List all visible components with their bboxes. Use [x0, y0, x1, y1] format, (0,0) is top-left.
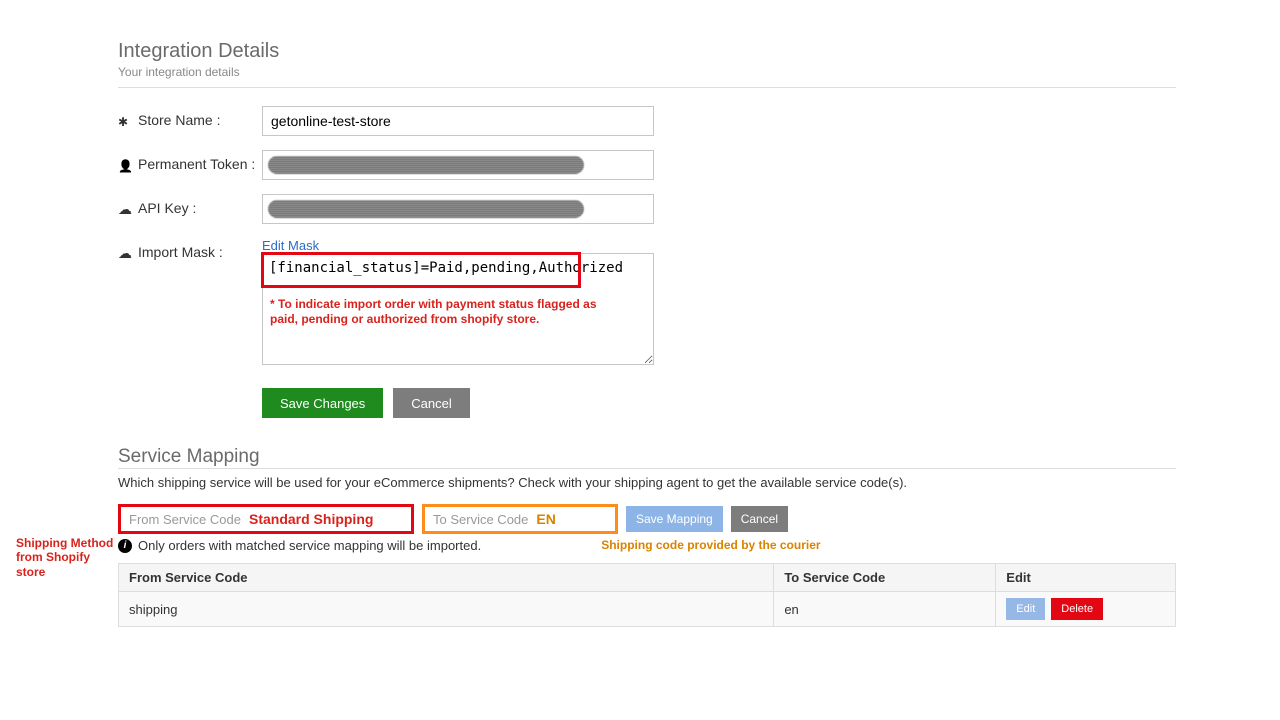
import-mask-textarea[interactable]: [financial_status]=Paid,pending,Authoriz… [262, 253, 654, 365]
cancel-button[interactable]: Cancel [393, 388, 469, 418]
info-icon: i [118, 539, 132, 553]
col-edit: Edit [996, 564, 1176, 592]
courier-code-annotation: Shipping code provided by the courier [601, 538, 820, 552]
to-service-code-input[interactable]: To Service Code EN [422, 504, 618, 534]
permanent-token-label: Permanent Token : [138, 156, 255, 172]
divider [118, 87, 1176, 88]
permanent-token-input[interactable] [262, 150, 654, 180]
to-service-placeholder: To Service Code [433, 512, 528, 527]
divider [118, 468, 1176, 469]
integration-details-title: Integration Details [118, 40, 1176, 63]
cell-from: shipping [119, 592, 774, 627]
asterisk-icon [118, 113, 132, 127]
row-delete-button[interactable]: Delete [1051, 598, 1103, 620]
col-from: From Service Code [119, 564, 774, 592]
from-service-hint: Standard Shipping [249, 511, 373, 527]
col-to: To Service Code [774, 564, 996, 592]
cloud-icon [118, 245, 132, 259]
shipping-method-annotation: Shipping Method from Shopify store [16, 536, 116, 579]
cloud-icon [118, 201, 132, 215]
api-key-input[interactable] [262, 194, 654, 224]
from-service-code-input[interactable]: From Service Code Standard Shipping [118, 504, 414, 534]
cancel-mapping-button[interactable]: Cancel [731, 506, 788, 532]
save-mapping-button[interactable]: Save Mapping [626, 506, 723, 532]
integration-details-subtitle: Your integration details [118, 65, 1176, 79]
user-icon [118, 157, 132, 171]
service-mapping-title: Service Mapping [118, 446, 1176, 468]
save-changes-button[interactable]: Save Changes [262, 388, 383, 418]
cell-to: en [774, 592, 996, 627]
api-key-label: API Key : [138, 200, 196, 216]
service-mapping-desc: Which shipping service will be used for … [118, 475, 1176, 490]
store-name-input[interactable] [262, 106, 654, 136]
to-service-hint: EN [536, 511, 555, 527]
service-mapping-table: From Service Code To Service Code Edit s… [118, 563, 1176, 627]
table-row: shipping en Edit Delete [119, 592, 1176, 627]
from-service-placeholder: From Service Code [129, 512, 241, 527]
edit-mask-link[interactable]: Edit Mask [262, 238, 319, 253]
import-mask-label: Import Mask : [138, 244, 223, 260]
service-info-text: Only orders with matched service mapping… [138, 538, 481, 553]
row-edit-button[interactable]: Edit [1006, 598, 1045, 620]
store-name-label: Store Name : [138, 112, 220, 128]
